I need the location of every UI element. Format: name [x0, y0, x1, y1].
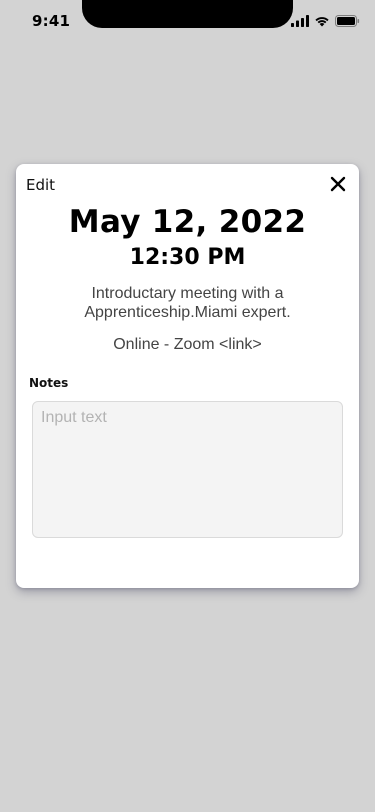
status-bar: 9:41 [0, 0, 375, 44]
event-detail-modal: Edit May 12, 2022 12:30 PM Introductary … [16, 164, 359, 588]
event-time: 12:30 PM [129, 245, 246, 270]
notes-input[interactable] [32, 401, 343, 538]
event-date: May 12, 2022 [68, 204, 307, 240]
close-button[interactable] [329, 175, 347, 193]
notes-label: Notes [29, 376, 69, 390]
status-icons [291, 14, 360, 32]
battery-icon [335, 14, 360, 32]
close-icon [330, 176, 346, 192]
event-location: Online - Zoom <link> [113, 336, 262, 353]
wifi-icon [314, 14, 330, 32]
cellular-signal-icon [291, 14, 309, 32]
event-description: Introductary meeting with a Apprenticesh… [84, 285, 291, 321]
edit-button[interactable]: Edit [26, 176, 55, 194]
device-notch [82, 0, 293, 28]
status-time: 9:41 [32, 12, 71, 30]
